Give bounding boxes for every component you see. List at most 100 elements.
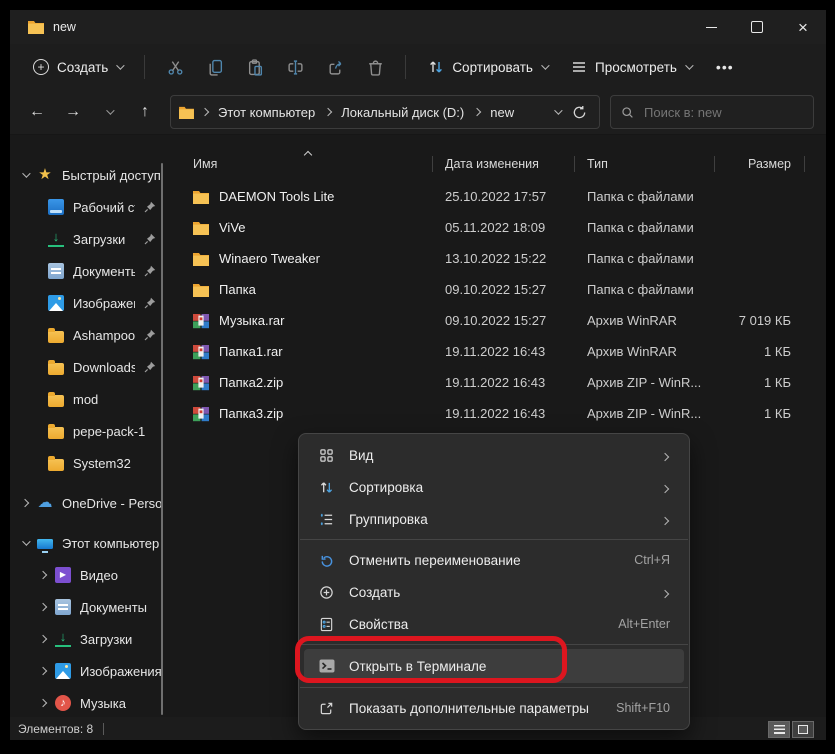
folder-icon [48, 395, 64, 407]
column-header-name[interactable]: Имя [183, 149, 433, 179]
close-icon: × [798, 19, 808, 36]
shortcut-label: Shift+F10 [616, 701, 670, 715]
breadcrumb[interactable]: Этот компьютер Локальный диск (D:) new [170, 95, 600, 129]
plus-circle-icon [318, 584, 335, 601]
file-row[interactable]: ViVe 05.11.2022 18:09 Папка с файлами [183, 212, 826, 243]
sort-button[interactable]: Сортировать [419, 53, 556, 81]
menu-item-show-more-options[interactable]: Показать дополнительные параметры Shift+… [304, 692, 684, 724]
close-button[interactable]: × [780, 10, 826, 44]
chevron-right-icon[interactable] [21, 499, 29, 507]
view-list-icon [571, 59, 587, 75]
chevron-down-icon [541, 61, 549, 69]
file-row[interactable]: Папка 09.10.2022 15:27 Папка с файлами [183, 274, 826, 305]
menu-separator [300, 644, 688, 645]
view-button[interactable]: Просмотреть [562, 53, 700, 81]
rename-button[interactable] [278, 51, 312, 83]
sidebar-item-ashampoo[interactable]: Ashampoo S [10, 319, 162, 351]
chevron-right-icon[interactable] [39, 571, 47, 579]
maximize-button[interactable] [734, 10, 780, 44]
sort-icon [428, 59, 444, 75]
refresh-icon [572, 105, 587, 120]
file-row[interactable]: Папка1.rar 19.11.2022 16:43 Архив WinRAR… [183, 336, 826, 367]
chevron-down-icon[interactable] [22, 169, 30, 177]
file-row[interactable]: Папка2.zip 19.11.2022 16:43 Архив ZIP - … [183, 367, 826, 398]
pin-icon [144, 361, 156, 373]
folder-icon [28, 20, 44, 34]
toolbar-separator [405, 55, 406, 79]
column-header-type[interactable]: Тип [575, 149, 715, 179]
more-options-button[interactable]: ••• [706, 59, 744, 75]
sidebar-item-onedrive[interactable]: ☁ OneDrive - Perso [10, 487, 162, 519]
share-button[interactable] [318, 51, 352, 83]
sidebar-item-desktop[interactable]: Рабочий сто [10, 191, 162, 223]
desktop-background: { "titlebar": { "title": "new" }, "toolb… [0, 0, 835, 754]
menu-item-group[interactable]: Группировка [304, 503, 684, 535]
back-button[interactable]: ← [22, 97, 52, 127]
sidebar-item-downloads-folder[interactable]: Downloads [10, 351, 162, 383]
menu-item-view[interactable]: Вид [304, 439, 684, 471]
submenu-chevron-icon [661, 452, 669, 460]
file-row[interactable]: DAEMON Tools Lite 25.10.2022 17:57 Папка… [183, 181, 826, 212]
breadcrumb-item-new[interactable]: new [488, 103, 516, 122]
search-input[interactable] [642, 104, 803, 121]
rename-icon [287, 59, 304, 76]
folder-icon [48, 331, 64, 343]
sidebar-item-pictures-pinned[interactable]: Изображен [10, 287, 162, 319]
delete-button[interactable] [358, 51, 392, 83]
trash-icon [367, 59, 384, 76]
sidebar-item-pepe-pack[interactable]: pepe-pack-1 [10, 415, 162, 447]
sidebar-item-documents[interactable]: Документы [10, 591, 162, 623]
folder-icon [193, 190, 209, 204]
refresh-button[interactable] [572, 105, 587, 120]
menu-item-new[interactable]: Создать [304, 576, 684, 608]
chevron-right-icon[interactable] [39, 699, 47, 707]
menu-item-properties[interactable]: Свойства Alt+Enter [304, 608, 684, 640]
breadcrumb-item-computer[interactable]: Этот компьютер [216, 103, 317, 122]
thumbnail-view-button[interactable] [792, 721, 814, 738]
sidebar-item-mod[interactable]: mod [10, 383, 162, 415]
breadcrumb-item-drive-d[interactable]: Локальный диск (D:) [339, 103, 466, 122]
chevron-right-icon[interactable] [39, 667, 47, 675]
folder-icon [193, 221, 209, 235]
chevron-right-icon[interactable] [39, 603, 47, 611]
file-row[interactable]: Winaero Tweaker 13.10.2022 15:22 Папка с… [183, 243, 826, 274]
menu-item-open-in-terminal[interactable]: Открыть в Терминале [304, 649, 684, 683]
chevron-down-icon[interactable] [22, 537, 30, 545]
sidebar-item-downloads-pinned[interactable]: ↓ Загрузки [10, 223, 162, 255]
grid-view-icon [318, 447, 335, 464]
file-row[interactable]: Папка3.zip 19.11.2022 16:43 Архив ZIP - … [183, 398, 826, 429]
forward-button[interactable]: → [58, 97, 88, 127]
pin-icon [144, 233, 156, 245]
column-header-date[interactable]: Дата изменения [433, 149, 575, 179]
sidebar-item-quick-access[interactable]: ★ Быстрый доступ [10, 159, 162, 191]
folder-icon [193, 283, 209, 297]
history-dropdown-button[interactable] [94, 97, 124, 127]
address-dropdown-icon[interactable] [554, 106, 562, 114]
menu-item-undo-rename[interactable]: Отменить переименование Ctrl+Я [304, 544, 684, 576]
up-button[interactable]: ↑ [130, 97, 160, 127]
plus-circle-icon: + [33, 59, 49, 75]
shortcut-label: Alt+Enter [618, 617, 670, 631]
search-box[interactable] [610, 95, 814, 129]
menu-item-sort[interactable]: Сортировка [304, 471, 684, 503]
shortcut-label: Ctrl+Я [634, 553, 670, 567]
sidebar-item-this-pc[interactable]: Этот компьютер [10, 527, 162, 559]
sidebar-item-system32[interactable]: System32 [10, 447, 162, 479]
file-row[interactable]: Музыка.rar 09.10.2022 15:27 Архив WinRAR… [183, 305, 826, 336]
sidebar-item-videos[interactable]: ▶ Видео [10, 559, 162, 591]
chevron-right-icon[interactable] [39, 635, 47, 643]
new-button[interactable]: + Создать [24, 53, 131, 81]
sidebar-item-documents-pinned[interactable]: Документы [10, 255, 162, 287]
sidebar-item-pictures[interactable]: Изображения [10, 655, 162, 687]
copy-button[interactable] [198, 51, 232, 83]
details-view-button[interactable] [768, 721, 790, 738]
column-header-size[interactable]: Размер [715, 149, 805, 179]
sidebar-item-music[interactable]: ♪ Музыка [10, 687, 162, 717]
submenu-chevron-icon [661, 589, 669, 597]
paste-button[interactable] [238, 51, 272, 83]
cut-button[interactable] [158, 51, 192, 83]
sidebar-item-downloads[interactable]: ↓ Загрузки [10, 623, 162, 655]
details-view-icon [774, 725, 785, 734]
minimize-button[interactable] [688, 10, 734, 44]
folder-icon [193, 252, 209, 266]
